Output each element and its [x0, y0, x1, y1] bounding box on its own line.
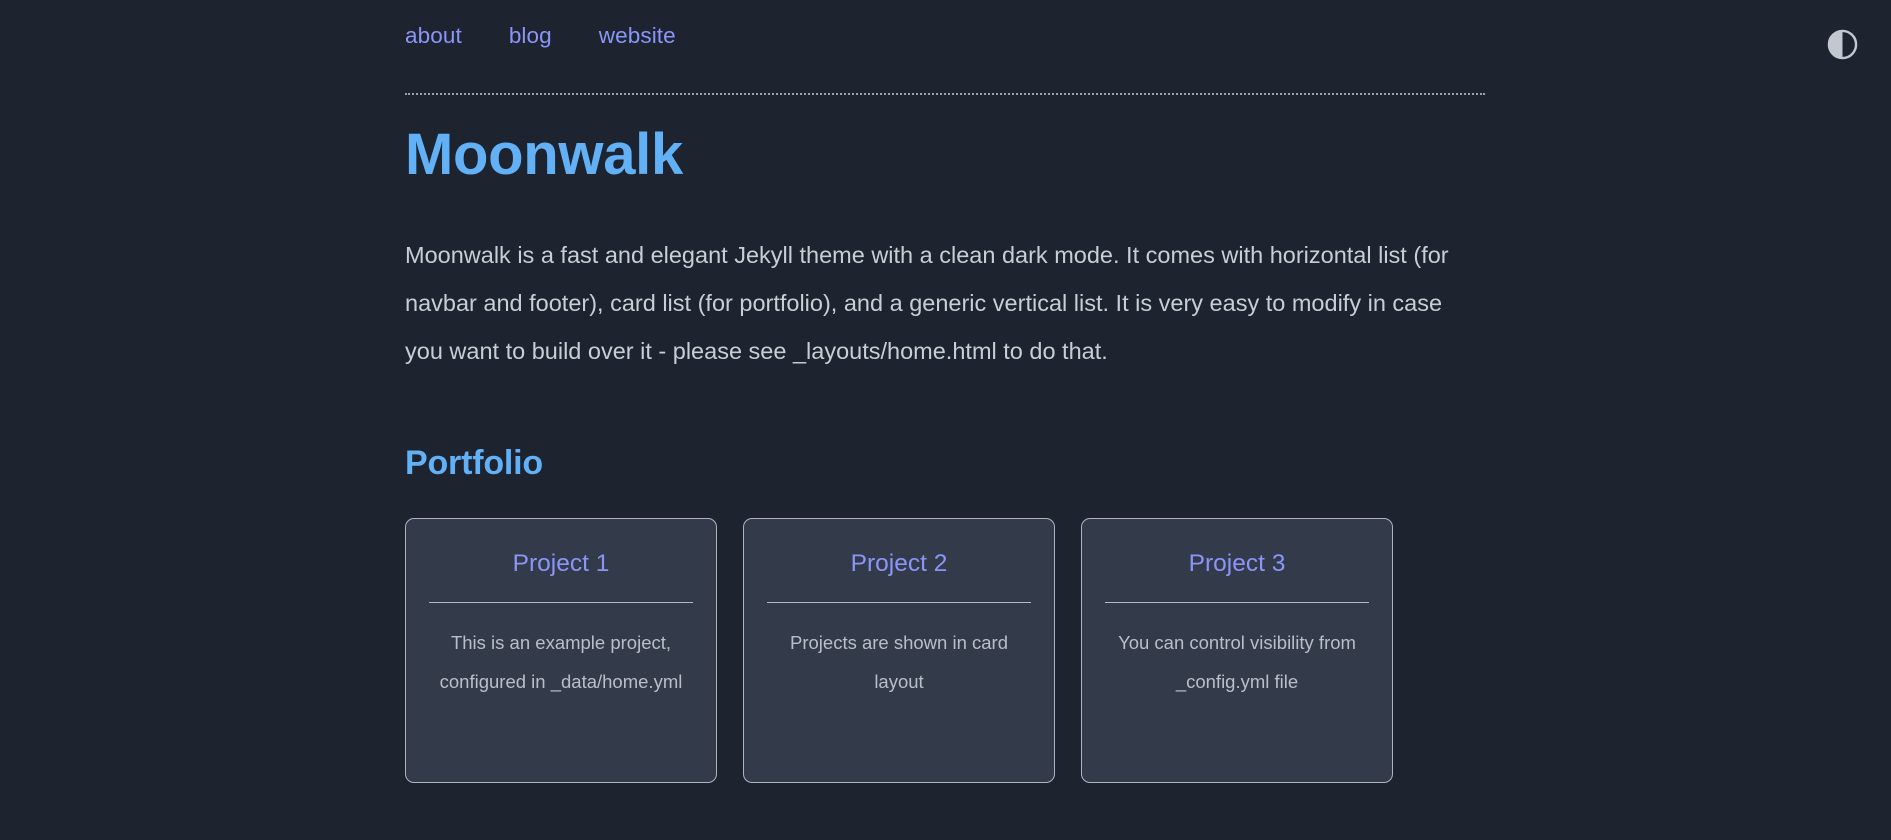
header-divider — [405, 93, 1485, 95]
top-navigation-bar: about blog website — [0, 0, 1891, 100]
primary-nav: about blog website — [405, 20, 676, 52]
portfolio-card[interactable]: Project 2 Projects are shown in card lay… — [743, 518, 1055, 783]
portfolio-card-description: You can control visibility from _config.… — [1106, 603, 1368, 701]
portfolio-card-description: Projects are shown in card layout — [768, 603, 1030, 701]
portfolio-card-list: Project 1 This is an example project, co… — [405, 483, 1495, 783]
intro-paragraph: Moonwalk is a fast and elegant Jekyll th… — [405, 189, 1470, 375]
portfolio-heading: Portfolio — [405, 375, 1495, 484]
portfolio-card-title: Project 2 — [851, 549, 948, 580]
portfolio-card[interactable]: Project 1 This is an example project, co… — [405, 518, 717, 783]
nav-link-blog[interactable]: blog — [509, 20, 552, 52]
portfolio-card-title: Project 3 — [1189, 549, 1286, 580]
main-content: Moonwalk Moonwalk is a fast and elegant … — [405, 122, 1495, 783]
nav-link-website[interactable]: website — [599, 20, 676, 52]
portfolio-card[interactable]: Project 3 You can control visibility fro… — [1081, 518, 1393, 783]
page-root: about blog website Moonwalk Moonwalk is … — [0, 0, 1891, 840]
portfolio-card-title: Project 1 — [513, 549, 610, 580]
theme-toggle-button[interactable] — [1822, 24, 1862, 64]
nav-link-about[interactable]: about — [405, 20, 462, 52]
portfolio-card-description: This is an example project, configured i… — [430, 603, 692, 701]
page-title: Moonwalk — [405, 122, 1495, 189]
half-circle-contrast-icon — [1827, 29, 1858, 60]
